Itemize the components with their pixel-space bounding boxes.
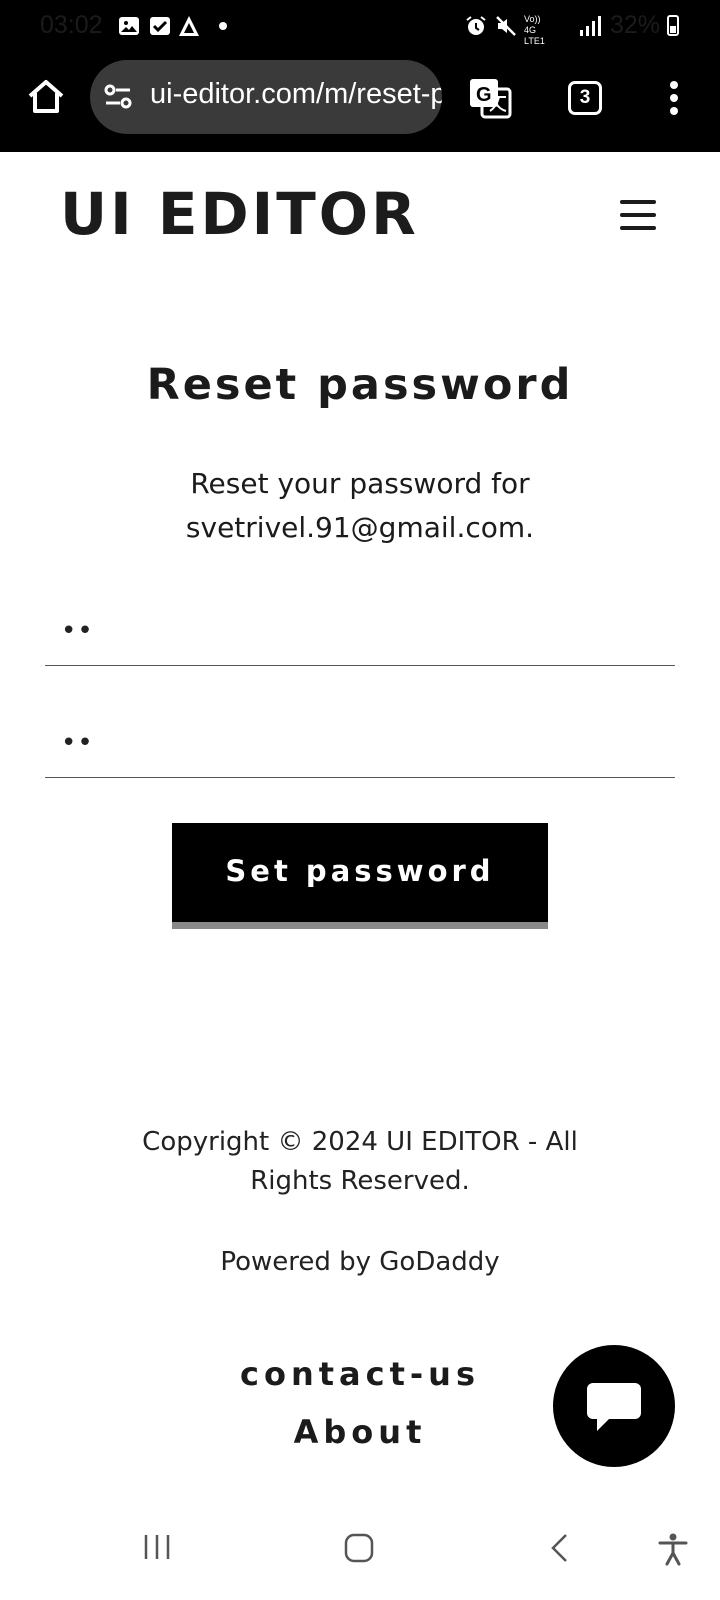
volte-icon: Vo)) 4G LTE1 (524, 14, 545, 46)
copyright-text: Copyright © 2024 UI EDITOR - All Rights … (142, 1127, 578, 1196)
set-password-button[interactable]: Set password (172, 823, 548, 929)
alarm-icon (466, 16, 486, 35)
dot-icon (219, 22, 227, 30)
svg-text:G: G (476, 84, 492, 106)
arrow-app-icon (179, 16, 199, 36)
page-subtitle: Reset your password for svetrivel.91@gma… (185, 467, 535, 544)
recents-icon[interactable] (142, 1532, 172, 1562)
gallery-icon (119, 17, 139, 35)
menu-icon[interactable] (620, 200, 656, 232)
chat-icon (587, 1383, 641, 1431)
signal-icon (580, 16, 601, 36)
url-text[interactable]: ui-editor.com/m/reset-password (150, 78, 442, 111)
battery-icon (667, 15, 679, 36)
tabs-button[interactable]: 3 (568, 81, 602, 115)
site-settings-icon[interactable] (104, 84, 132, 110)
translate-icon[interactable]: G (468, 77, 512, 119)
chat-button[interactable] (553, 1345, 675, 1467)
status-time: 03:02 (40, 11, 103, 39)
address-bar[interactable]: ui-editor.com/m/reset-password (90, 60, 442, 134)
powered-by-link[interactable]: Powered by GoDaddy (0, 1247, 720, 1277)
battery-percent: 32% (610, 11, 661, 39)
home-icon[interactable] (24, 74, 68, 118)
page-title: Reset password (146, 360, 574, 410)
checkbox-icon (150, 17, 170, 35)
new-password-value: •• (61, 616, 94, 646)
confirm-password-field[interactable]: •• (45, 708, 675, 778)
back-icon[interactable] (548, 1532, 572, 1564)
site-logo[interactable]: UI EDITOR (60, 180, 419, 248)
confirm-password-value: •• (61, 728, 94, 758)
home-nav-icon[interactable] (343, 1532, 375, 1564)
more-options-icon[interactable] (662, 80, 686, 116)
mute-icon (496, 16, 516, 36)
accessibility-icon[interactable] (657, 1532, 689, 1566)
new-password-field[interactable]: •• (45, 596, 675, 666)
